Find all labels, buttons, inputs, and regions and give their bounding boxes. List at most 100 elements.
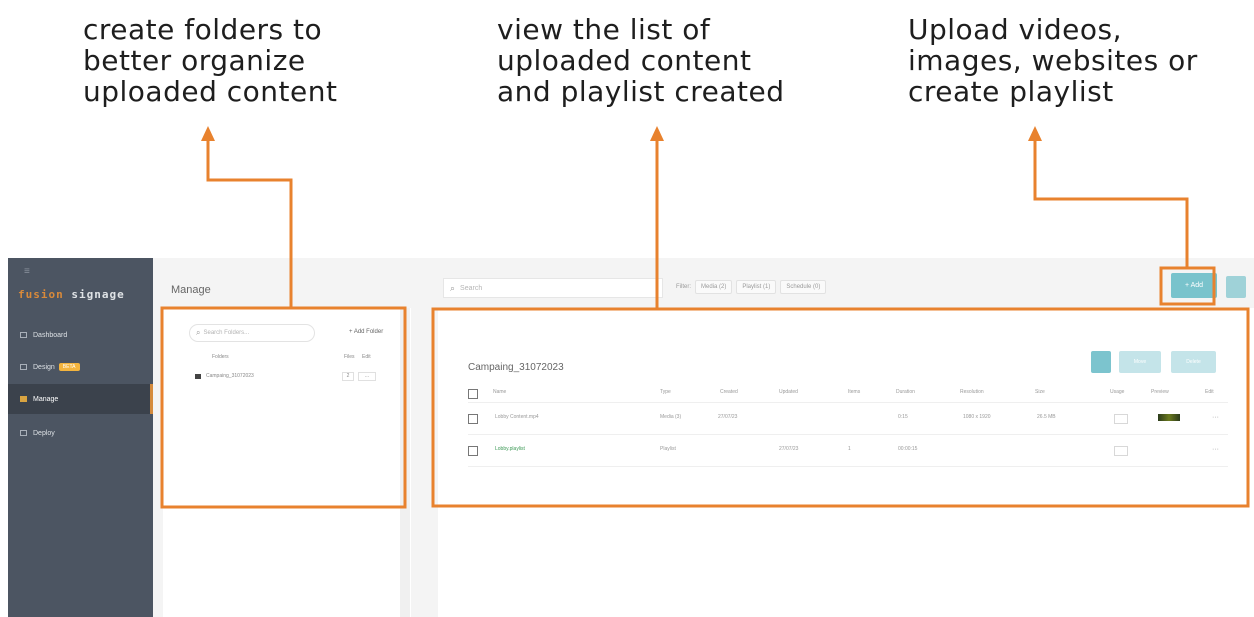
move-button[interactable]: Move bbox=[1119, 351, 1161, 373]
arrow-head-icon bbox=[201, 126, 215, 141]
row-checkbox[interactable] bbox=[468, 446, 478, 456]
page-title: Manage bbox=[171, 284, 211, 296]
callout-line: Upload videos, bbox=[908, 13, 1122, 46]
column-updated[interactable]: Updated bbox=[779, 389, 798, 395]
filter-chip-playlist[interactable]: Playlist (1) bbox=[736, 280, 777, 294]
brand-part1: fusion bbox=[18, 288, 64, 301]
callout-line: create playlist bbox=[908, 75, 1114, 108]
callout-line: uploaded content bbox=[83, 75, 338, 108]
divider bbox=[468, 434, 1228, 435]
brand-part2: signage bbox=[71, 288, 125, 301]
search-placeholder: Search bbox=[460, 284, 483, 292]
callout-line: and playlist created bbox=[497, 75, 785, 108]
column-items[interactable]: Items bbox=[848, 389, 860, 395]
folder-icon bbox=[20, 396, 27, 402]
row-duration: 00:00:15 bbox=[898, 446, 918, 452]
arrow-head-icon bbox=[1028, 126, 1042, 141]
add-button[interactable]: + Add bbox=[1171, 273, 1217, 298]
sidebar: ≡ fusion signage Dashboard Design BETA M… bbox=[8, 258, 153, 617]
sidebar-item-label: Deploy bbox=[33, 429, 55, 437]
sidebar-item-dashboard[interactable]: Dashboard bbox=[8, 320, 153, 350]
search-icon: ⌕ bbox=[450, 282, 456, 293]
row-edit-menu[interactable]: ··· bbox=[1212, 446, 1219, 453]
folder-edit-button[interactable]: ... bbox=[358, 371, 376, 381]
brand-logo: fusion signage bbox=[18, 288, 125, 301]
edit-column-header: Edit bbox=[362, 354, 371, 360]
folder-name: Campaing_31072023 bbox=[206, 373, 254, 379]
row-edit-menu[interactable]: ··· bbox=[1212, 414, 1219, 421]
callout-upload: Upload videos, images, websites or creat… bbox=[908, 14, 1238, 107]
video-thumbnail[interactable] bbox=[1158, 414, 1180, 421]
callout-folders: create folders to better organize upload… bbox=[83, 14, 403, 107]
content-panel: Campaing_31072023 Move Delete Name Type … bbox=[438, 308, 1254, 617]
callout-line: better organize bbox=[83, 44, 306, 77]
select-all-checkbox[interactable] bbox=[468, 389, 478, 399]
arrow-head-icon bbox=[650, 126, 664, 141]
folders-column-header: Folders bbox=[212, 354, 229, 360]
folder-row[interactable]: Campaing_31072023 2 ... bbox=[195, 370, 400, 382]
settings-button[interactable] bbox=[1226, 276, 1246, 298]
row-updated: 27/07/23 bbox=[779, 446, 799, 452]
table-row[interactable]: Lobby Content.mp4 Media (3) 27/07/23 0:1… bbox=[468, 411, 1228, 427]
usage-indicator bbox=[1114, 446, 1128, 456]
row-resolution: 1080 x 1920 bbox=[963, 414, 991, 420]
folder-search-input[interactable]: ⌕ Search Folders... bbox=[189, 324, 315, 342]
callout-line: view the list of bbox=[497, 13, 711, 46]
filter-bar: Filter: Media (2) Playlist (1) Schedule … bbox=[676, 280, 827, 294]
sidebar-item-design[interactable]: Design BETA bbox=[8, 352, 153, 382]
column-size[interactable]: Size bbox=[1035, 389, 1045, 395]
beta-badge: BETA bbox=[58, 363, 80, 371]
row-items: 1 bbox=[848, 446, 851, 452]
callout-line: create folders to bbox=[83, 13, 323, 46]
sidebar-item-deploy[interactable]: Deploy bbox=[8, 418, 153, 448]
callout-line: uploaded content bbox=[497, 44, 752, 77]
column-resolution[interactable]: Resolution bbox=[960, 389, 984, 395]
column-edit: Edit bbox=[1205, 389, 1214, 395]
app-window: ≡ fusion signage Dashboard Design BETA M… bbox=[8, 258, 1254, 617]
search-icon: ⌕ bbox=[196, 328, 201, 337]
callout-line: images, websites or bbox=[908, 44, 1198, 77]
row-size: 26.5 MB bbox=[1037, 414, 1056, 420]
row-type: Playlist bbox=[660, 446, 676, 452]
column-name[interactable]: Name bbox=[493, 389, 506, 395]
column-usage: Usage bbox=[1110, 389, 1125, 395]
menu-icon[interactable]: ≡ bbox=[24, 266, 30, 277]
add-folder-button[interactable]: + Add Folder bbox=[349, 329, 383, 335]
folder-search-placeholder: Search Folders... bbox=[203, 330, 250, 336]
row-duration: 0:15 bbox=[898, 414, 908, 420]
column-preview: Preview bbox=[1151, 389, 1169, 395]
grid-view-button[interactable] bbox=[1091, 351, 1111, 373]
filter-chip-media[interactable]: Media (2) bbox=[695, 280, 733, 294]
folder-file-count: 2 bbox=[342, 371, 354, 381]
row-type: Media (3) bbox=[660, 414, 682, 420]
deploy-icon bbox=[20, 430, 27, 436]
table-row[interactable]: Lobby.playlist Playlist 27/07/23 1 00:00… bbox=[468, 443, 1228, 459]
divider bbox=[468, 466, 1228, 467]
delete-button[interactable]: Delete bbox=[1171, 351, 1216, 373]
sidebar-item-label: Dashboard bbox=[33, 331, 68, 339]
row-checkbox[interactable] bbox=[468, 414, 478, 424]
dashboard-icon bbox=[20, 332, 27, 338]
filter-label: Filter: bbox=[676, 284, 691, 290]
sidebar-item-label: Design bbox=[33, 363, 55, 371]
table-header: Name Type Created Updated Items Duration… bbox=[468, 386, 1228, 400]
column-duration[interactable]: Duration bbox=[896, 389, 915, 395]
sidebar-item-label: Manage bbox=[33, 395, 59, 403]
panel-divider bbox=[400, 308, 410, 617]
row-name[interactable]: Lobby.playlist bbox=[495, 446, 525, 452]
sidebar-item-manage[interactable]: Manage bbox=[8, 384, 153, 414]
row-name[interactable]: Lobby Content.mp4 bbox=[495, 414, 539, 420]
column-created[interactable]: Created bbox=[720, 389, 738, 395]
row-created: 27/07/23 bbox=[718, 414, 738, 420]
filter-chip-schedule[interactable]: Schedule (0) bbox=[780, 280, 827, 294]
folder-icon bbox=[195, 373, 201, 379]
folders-panel: ⌕ Search Folders... + Add Folder Folders… bbox=[163, 308, 411, 617]
design-icon bbox=[20, 364, 27, 370]
divider bbox=[468, 402, 1228, 403]
callout-list: view the list of uploaded content and pl… bbox=[497, 14, 827, 107]
usage-indicator bbox=[1114, 414, 1128, 424]
folder-title: Campaing_31072023 bbox=[468, 362, 564, 373]
files-column-header: Files bbox=[344, 354, 355, 360]
search-input[interactable]: ⌕ Search bbox=[443, 278, 663, 298]
column-type[interactable]: Type bbox=[660, 389, 671, 395]
